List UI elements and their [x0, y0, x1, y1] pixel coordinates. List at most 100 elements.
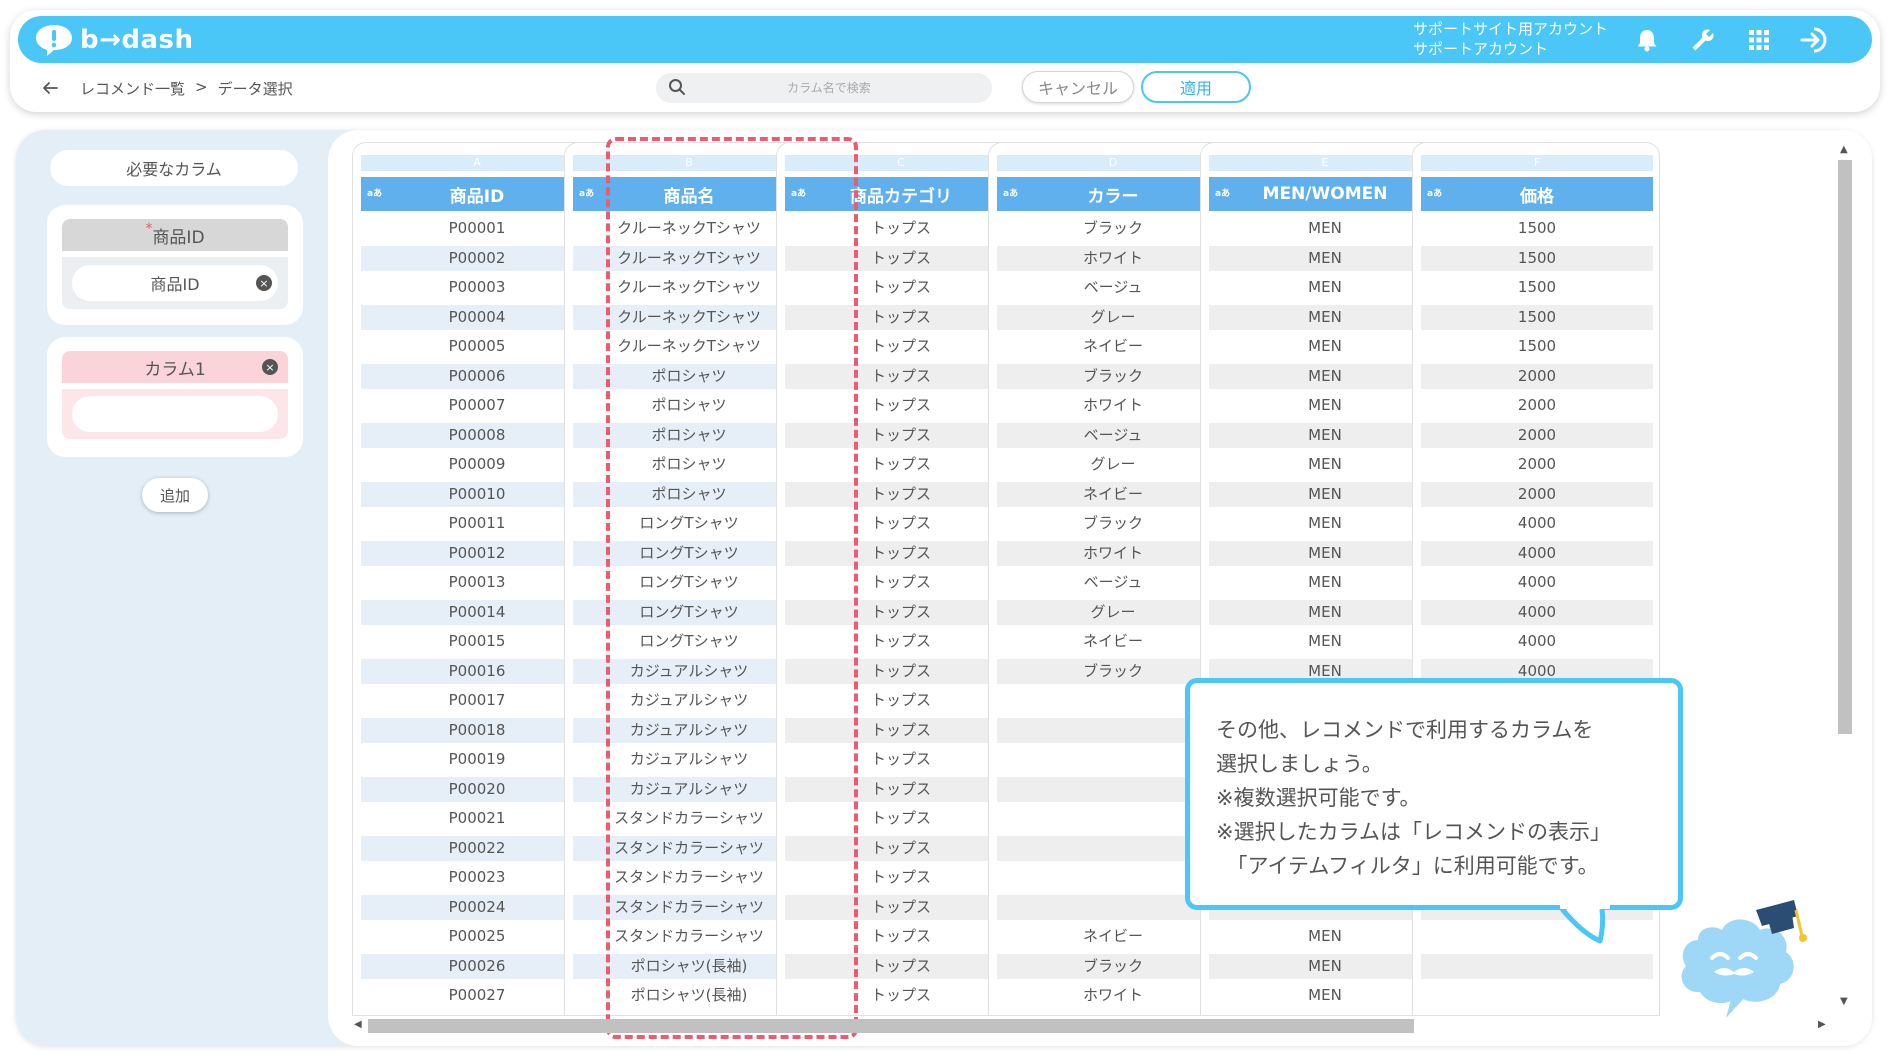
table-cell: P00017 — [448, 691, 506, 709]
table-cell: トップス — [870, 927, 931, 945]
table-cell: グレー — [1090, 455, 1136, 473]
account-line1: サポートサイト用アカウント — [1413, 20, 1609, 38]
table-cell: トップス — [870, 868, 931, 886]
back-arrow-icon[interactable] — [38, 76, 62, 100]
table-cell: 1500 — [1421, 304, 1653, 335]
column-header[interactable]: aあ 商品ID — [361, 177, 593, 211]
table-cell: ポロシャツ — [651, 455, 727, 473]
table-cell: P00011 — [448, 514, 506, 532]
remove-column1-icon[interactable]: × — [262, 359, 278, 375]
table-cell: ブラック — [997, 363, 1229, 394]
table-cell: P00002 — [361, 245, 593, 276]
table-cell: P00005 — [448, 337, 506, 355]
text-type-icon: aあ — [1427, 189, 1443, 199]
apply-button[interactable]: 適用 — [1141, 71, 1251, 103]
logo-text: b→dash — [80, 24, 194, 55]
table-cell: P00021 — [448, 809, 506, 827]
column-header[interactable]: aあ 商品名 — [573, 177, 805, 211]
table-cell: トップス — [870, 278, 931, 296]
table-cell: ポロシャツ — [573, 422, 805, 453]
table-cell: スタンドカラーシャツ — [573, 835, 805, 866]
table-cell: MEN — [1308, 632, 1342, 650]
table-cell: P00003 — [448, 278, 506, 296]
table-cell: トップス — [785, 422, 1017, 453]
scroll-left-arrow-icon[interactable]: ◀ — [354, 1019, 362, 1030]
table-cell: ネイビー — [997, 481, 1229, 512]
table-cell: MEN — [1209, 481, 1441, 512]
required-column-value[interactable]: 商品ID — [72, 265, 278, 301]
table-cell: P00016 — [361, 658, 593, 689]
column-header[interactable]: aあ MEN/WOMEN — [1209, 177, 1441, 211]
column-header-label: カラー — [1087, 186, 1139, 207]
cancel-button[interactable]: キャンセル — [1022, 71, 1134, 103]
table-cell: クルーネックTシャツ — [573, 245, 805, 276]
column-cells: トップス トップス トップス トップス トップス トップス トップス トップス トップス トップス… — [785, 216, 1017, 1013]
table-cell: P00020 — [361, 776, 593, 807]
column1-input[interactable] — [72, 396, 278, 432]
table-cell: 2000 — [1421, 363, 1653, 394]
bell-icon[interactable] — [1630, 23, 1664, 57]
table-cell: トップス — [785, 245, 1017, 276]
table-cell: MEN — [1209, 363, 1441, 394]
tooltip-line4: ※選択したカラムは「レコメンドの表示」 — [1216, 820, 1611, 844]
table-cell: ロングTシャツ — [573, 540, 805, 571]
scroll-right-arrow-icon[interactable]: ▶ — [1818, 1019, 1826, 1030]
table-cell: MEN — [1209, 599, 1441, 630]
scroll-down-arrow-icon[interactable]: ▼ — [1840, 996, 1848, 1007]
table-cell: P00007 — [448, 396, 506, 414]
account-info[interactable]: サポートサイト用アカウント サポートアカウント — [1413, 19, 1608, 59]
table-cell: MEN — [1308, 455, 1342, 473]
table-cell: 4000 — [1517, 514, 1557, 532]
column-cells: P00001 P00002 P00003 P00004 P00005 P00006 P000… — [361, 216, 593, 1013]
table-cell: トップス — [785, 304, 1017, 335]
table-cell — [1421, 983, 1653, 1013]
column-header[interactable]: aあ カラー — [997, 177, 1229, 211]
column-header-label: 商品名 — [663, 186, 715, 207]
table-cell: ベージュ — [1083, 573, 1143, 591]
table-cell: MEN — [1308, 573, 1342, 591]
wrench-icon[interactable] — [1686, 23, 1720, 57]
column-letter: F — [1421, 155, 1653, 171]
scroll-up-arrow-icon[interactable]: ▲ — [1840, 144, 1848, 155]
column-header[interactable]: aあ 価格 — [1421, 177, 1653, 211]
vertical-scroll-thumb[interactable] — [1838, 160, 1852, 734]
table-cell: スタンドカラーシャツ — [614, 809, 764, 827]
breadcrumb-parent[interactable]: レコメンド一覧 — [80, 78, 185, 99]
table-cell: ロングTシャツ — [639, 573, 739, 591]
required-star: * — [145, 221, 153, 237]
table-cell: トップス — [870, 691, 931, 709]
table-cell: ブラック — [1082, 219, 1143, 237]
tooltip-line1: その他、レコメンドで利用するカラムを — [1216, 718, 1594, 742]
table-cell: P00008 — [361, 422, 593, 453]
table-cell: P00009 — [448, 455, 506, 473]
column1-name: カラム1 — [144, 359, 206, 380]
column-search-input[interactable] — [656, 73, 992, 103]
logo[interactable]: b→dash — [34, 21, 194, 58]
horizontal-scroll-thumb[interactable] — [368, 1019, 1414, 1033]
table-cell: P00026 — [361, 953, 593, 984]
table-cell: 2000 — [1517, 396, 1557, 414]
column1-header: カラム1 — [62, 351, 288, 383]
table-cell: MEN — [1308, 219, 1342, 237]
table-cell: P00006 — [361, 363, 593, 394]
remove-required-column-icon[interactable]: × — [256, 275, 272, 291]
table-cell: P00012 — [361, 540, 593, 571]
grid-icon[interactable] — [1742, 23, 1776, 57]
add-column-button[interactable]: 追加 — [142, 478, 208, 512]
breadcrumb: レコメンド一覧 > データ選択 — [80, 78, 293, 99]
sub-toolbar: レコメンド一覧 > データ選択 キャンセル 適用 — [18, 70, 1872, 106]
table-cell: ポロシャツ(長袖) — [630, 986, 748, 1004]
table-cell: トップス — [870, 337, 931, 355]
table-cell: トップス — [870, 986, 931, 1004]
required-column-header: * 商品ID — [62, 219, 288, 251]
table-cell: P00001 — [448, 219, 506, 237]
column-letter: D — [997, 155, 1229, 171]
grid-column: Caあ 商品カテゴリ トップス トップス トップス トップス トップス トップス トップス トップ… — [776, 142, 1024, 1016]
column-header[interactable]: aあ 商品カテゴリ — [785, 177, 1017, 211]
logout-icon[interactable] — [1798, 23, 1832, 57]
table-cell: MEN — [1308, 337, 1342, 355]
table-cell: MEN — [1209, 422, 1441, 453]
table-cell: 4000 — [1421, 599, 1653, 630]
table-cell: MEN — [1308, 927, 1342, 945]
column-letter: B — [573, 155, 805, 171]
